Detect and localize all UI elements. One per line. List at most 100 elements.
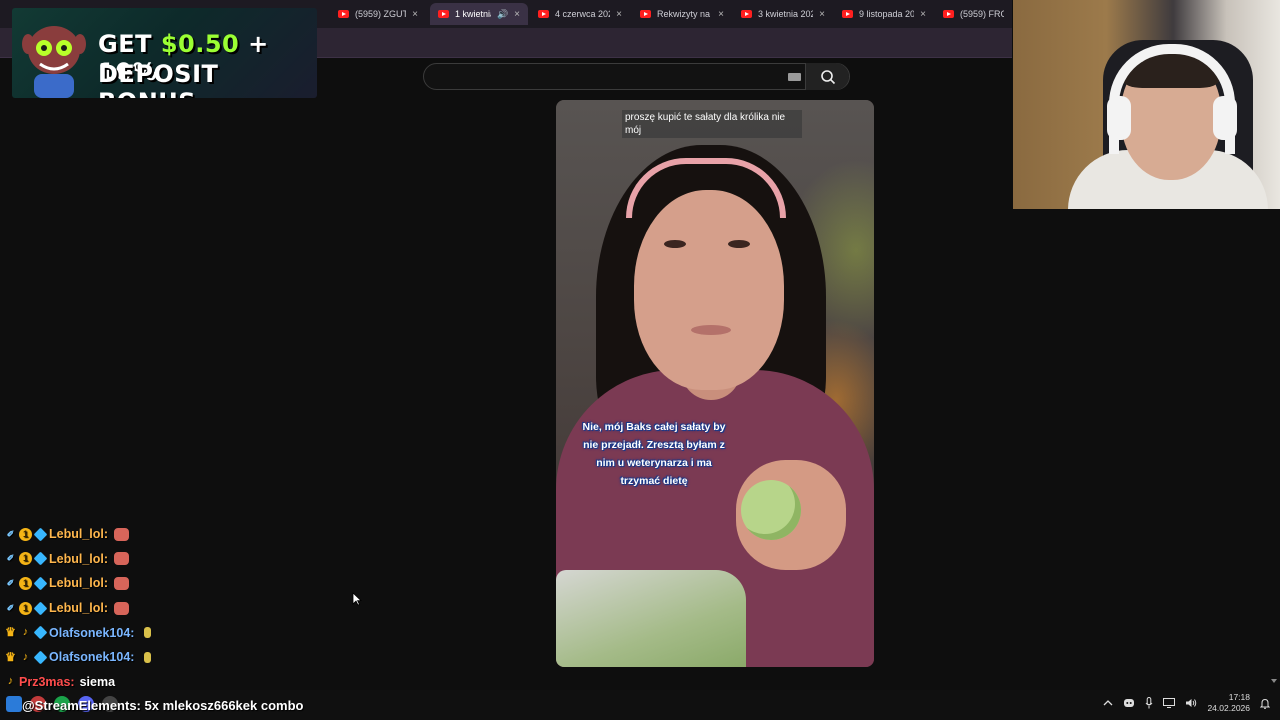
sword-badge-icon: ✐ xyxy=(6,528,15,539)
search-input[interactable] xyxy=(436,68,776,86)
tab-close-icon[interactable]: × xyxy=(920,9,926,20)
chat-message: ♛ ♪ Olafsonek104: xyxy=(4,645,304,670)
video-caption-top: proszę kupić te sałaty dla królika nie m… xyxy=(622,110,802,138)
search-button[interactable] xyxy=(805,63,849,90)
tab-close-icon[interactable]: × xyxy=(514,9,520,20)
search-bar xyxy=(423,63,850,90)
browser-tab[interactable]: 9 listopada 202 × xyxy=(834,3,934,25)
crown-badge-icon: ♛ xyxy=(5,625,16,640)
browser-tab[interactable]: 4 czerwca 2023 × xyxy=(530,3,630,25)
chat-overlay: ✐ 1 Lebul_lol: ✐ 1 Lebul_lol: ✐ 1 Lebul_… xyxy=(4,522,304,694)
chat-username: Lebul_lol: xyxy=(49,576,109,591)
tab-title: (5959) FROSTI xyxy=(960,9,1004,19)
chat-message: ♛ ♪ Olafsonek104: xyxy=(4,620,304,645)
note-badge-icon: ♪ xyxy=(22,626,29,639)
windows-start-icon[interactable] xyxy=(6,696,22,712)
streamelements-message: @StreamElements: 5x mlekosz666kek combo xyxy=(22,698,304,713)
crown-badge-icon: ♛ xyxy=(5,649,16,664)
emote-icon xyxy=(114,552,130,566)
tab-title: 1 kwietnia xyxy=(455,9,491,19)
youtube-icon xyxy=(538,10,549,18)
stream-screen: (5959) ZGUTA × 1 kwietnia 🔊 × 4 czerwca … xyxy=(0,0,1280,720)
chat-message-text: siema xyxy=(79,674,116,689)
tab-title: 3 kwietnia 202 xyxy=(758,9,814,19)
youtube-icon xyxy=(741,10,752,18)
cube-badge-icon xyxy=(33,650,48,665)
volume-icon[interactable] xyxy=(1185,698,1197,708)
youtube-icon xyxy=(640,10,651,18)
chat-message: ✐ 1 Lebul_lol: xyxy=(4,522,304,547)
headset-earcup xyxy=(1213,96,1237,140)
browser-tab[interactable]: 3 kwietnia 202 × xyxy=(733,3,833,25)
emote-icon xyxy=(114,601,130,615)
youtube-icon xyxy=(438,10,449,18)
youtube-icon xyxy=(338,10,349,18)
clock-date: 24.02.2026 xyxy=(1207,703,1250,713)
deposit-bonus-ad[interactable]: GET $0.50 + 10% DEPOSIT BONUS xyxy=(12,8,317,98)
video-person-mouth xyxy=(691,325,731,335)
taskbar-clock[interactable]: 17:18 24.02.2026 xyxy=(1207,692,1250,714)
cube-badge-icon xyxy=(33,551,48,566)
sword-badge-icon: ✐ xyxy=(6,577,15,588)
number-badge-icon: 1 xyxy=(19,527,32,541)
chat-message: ✐ 1 Lebul_lol: xyxy=(4,596,304,621)
tab-close-icon[interactable]: × xyxy=(616,9,622,20)
chat-username: Olafsonek104: xyxy=(49,650,135,665)
number-badge-icon: 1 xyxy=(19,552,32,566)
chat-username: Lebul_lol: xyxy=(49,527,109,542)
browser-tab[interactable]: Rekwizyty na p × xyxy=(632,3,732,25)
browser-tab-active[interactable]: 1 kwietnia 🔊 × xyxy=(430,3,528,25)
emote-icon xyxy=(144,651,152,663)
number-badge-icon: 1 xyxy=(19,576,32,590)
mascot-image xyxy=(22,26,86,98)
youtube-icon xyxy=(943,10,954,18)
notification-icon[interactable] xyxy=(1260,698,1270,709)
youtube-icon xyxy=(842,10,853,18)
webcam-overlay xyxy=(1013,0,1280,209)
number-badge-icon: 1 xyxy=(19,601,32,615)
scroll-down-icon[interactable] xyxy=(1270,678,1278,684)
chat-message: ✐ 1 Lebul_lol: xyxy=(4,547,304,572)
cube-badge-icon xyxy=(33,576,48,591)
search-icon xyxy=(820,69,835,84)
tab-close-icon[interactable]: × xyxy=(718,9,724,20)
browser-tab[interactable]: (5959) FROSTI xyxy=(935,3,1012,25)
emote-icon xyxy=(144,627,152,639)
microphone-icon[interactable] xyxy=(1145,697,1153,709)
system-tray: 17:18 24.02.2026 xyxy=(1103,692,1270,714)
emote-icon xyxy=(114,576,130,590)
video-lettuce-bag xyxy=(556,570,746,667)
cube-badge-icon xyxy=(33,625,48,640)
tab-title: 4 czerwca 2023 xyxy=(555,9,610,19)
chevron-up-icon[interactable] xyxy=(1103,698,1113,708)
video-caption-subtitle: Nie, mój Baks całej sałaty by nie przeja… xyxy=(582,421,726,487)
note-badge-icon: ♪ xyxy=(22,650,29,663)
tab-close-icon[interactable]: × xyxy=(819,9,825,20)
emote-icon xyxy=(114,527,130,541)
chat-username: Olafsonek104: xyxy=(49,625,135,640)
network-icon[interactable] xyxy=(1163,698,1176,708)
speaker-icon[interactable]: 🔊 xyxy=(497,9,508,20)
cube-badge-icon xyxy=(33,601,48,615)
headset-earcup xyxy=(1107,96,1131,140)
chat-username: Prz3mas: xyxy=(19,674,75,689)
discord-icon[interactable] xyxy=(1123,698,1135,708)
video-person-face xyxy=(634,190,784,390)
note-badge-icon: ♪ xyxy=(7,675,14,688)
short-video-player[interactable]: proszę kupić te sałaty dla królika nie m… xyxy=(556,100,874,667)
ad-headline-prefix: GET xyxy=(98,30,161,58)
tab-title: 9 listopada 202 xyxy=(859,9,915,19)
ad-subheadline: DEPOSIT BONUS xyxy=(98,60,219,98)
clock-time: 17:18 xyxy=(1228,692,1250,702)
sword-badge-icon: ✐ xyxy=(6,602,15,613)
browser-tab[interactable]: (5959) ZGUTA × xyxy=(330,3,426,25)
tab-title: Rekwizyty na p xyxy=(657,9,713,19)
tab-close-icon[interactable]: × xyxy=(412,9,418,20)
video-person-eye xyxy=(664,240,686,248)
ad-headline-amount: $0.50 xyxy=(160,30,240,58)
chat-username: Lebul_lol: xyxy=(49,601,109,616)
video-lettuce xyxy=(741,480,801,540)
chat-username: Lebul_lol: xyxy=(49,551,109,566)
sword-badge-icon: ✐ xyxy=(6,553,15,564)
keyboard-icon[interactable] xyxy=(788,73,801,81)
